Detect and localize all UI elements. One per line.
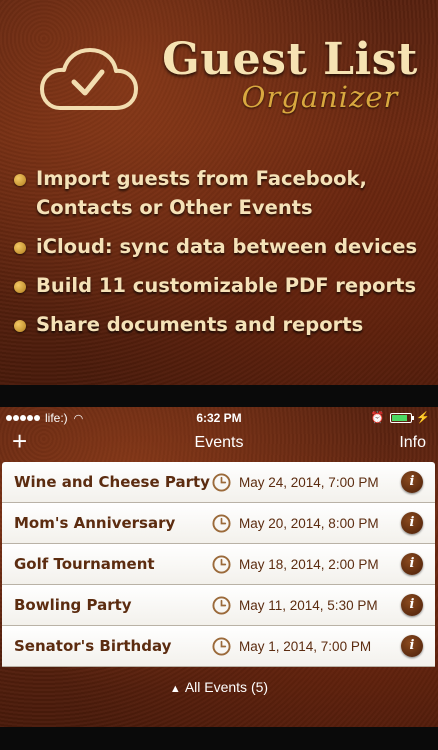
feature-text: Share documents and reports xyxy=(36,313,364,336)
status-bar: life:) ◠ 6:32 PM ⏰ ⚡ xyxy=(0,407,438,429)
clock-icon xyxy=(212,514,231,533)
event-row[interactable]: Bowling Party May 11, 2014, 5:30 PM i xyxy=(2,585,435,626)
feature-item: Share documents and reports xyxy=(14,310,434,339)
event-date: May 11, 2014, 5:30 PM xyxy=(239,597,378,613)
event-list: Wine and Cheese Party May 24, 2014, 7:00… xyxy=(2,462,435,667)
nav-title: Events xyxy=(194,434,244,451)
event-name: Senator's Birthday xyxy=(14,637,172,655)
feature-item: Build 11 customizable PDF reports xyxy=(14,271,434,300)
app-title-block: Guest List Organizer xyxy=(160,34,420,115)
bottom-band xyxy=(0,727,438,750)
triangle-up-icon: ▲ xyxy=(169,683,181,695)
filter-button[interactable]: ▲ All Events (5) xyxy=(0,679,438,695)
feature-text: Import guests from Facebook, Contacts or… xyxy=(36,167,367,219)
info-icon[interactable]: i xyxy=(401,635,423,657)
clock-icon xyxy=(212,637,231,656)
bullet-icon xyxy=(14,174,26,186)
feature-text: Build 11 customizable PDF reports xyxy=(36,274,417,297)
event-row[interactable]: Senator's Birthday May 1, 2014, 7:00 PM … xyxy=(2,626,435,667)
event-row[interactable]: Golf Tournament May 18, 2014, 2:00 PM i xyxy=(2,544,435,585)
event-date: May 1, 2014, 7:00 PM xyxy=(239,638,372,654)
app-title: Guest List xyxy=(162,34,418,85)
bullet-icon xyxy=(14,281,26,293)
event-row[interactable]: Wine and Cheese Party May 24, 2014, 7:00… xyxy=(2,462,435,503)
cloud-check-icon xyxy=(40,48,138,110)
event-date: May 20, 2014, 8:00 PM xyxy=(239,515,379,531)
info-icon[interactable]: i xyxy=(401,471,423,493)
event-row[interactable]: Mom's Anniversary May 20, 2014, 8:00 PM … xyxy=(2,503,435,544)
alarm-icon: ⏰ xyxy=(370,412,385,424)
feature-list: Import guests from Facebook, Contacts or… xyxy=(14,164,434,349)
status-right: ⏰ ⚡ xyxy=(371,411,430,424)
feature-item: Import guests from Facebook, Contacts or… xyxy=(14,164,434,222)
clock-icon xyxy=(212,473,231,492)
event-name: Wine and Cheese Party xyxy=(14,473,210,491)
info-icon[interactable]: i xyxy=(401,594,423,616)
feature-text: iCloud: sync data between devices xyxy=(36,235,418,258)
event-name: Mom's Anniversary xyxy=(14,514,176,532)
promo-banner: Guest List Organizer Import guests from … xyxy=(0,0,438,385)
event-name: Golf Tournament xyxy=(14,555,155,573)
battery-icon xyxy=(390,412,415,423)
feature-item: iCloud: sync data between devices xyxy=(14,232,434,261)
filter-label: All Events (5) xyxy=(184,679,269,695)
info-icon[interactable]: i xyxy=(401,553,423,575)
info-icon[interactable]: i xyxy=(401,512,423,534)
phone-screen: life:) ◠ 6:32 PM ⏰ ⚡ + Events Info Wine … xyxy=(0,407,438,727)
event-date: May 18, 2014, 2:00 PM xyxy=(239,556,379,572)
bullet-icon xyxy=(14,242,26,254)
divider xyxy=(0,385,438,407)
event-name: Bowling Party xyxy=(14,596,132,614)
app-subtitle: Organizer xyxy=(241,80,399,114)
clock-icon xyxy=(212,596,231,615)
bullet-icon xyxy=(14,320,26,332)
info-button[interactable]: Info xyxy=(399,434,426,452)
clock-icon xyxy=(212,555,231,574)
event-date: May 24, 2014, 7:00 PM xyxy=(239,474,379,490)
navigation-bar: + Events Info xyxy=(0,426,438,459)
charging-icon: ⚡ xyxy=(416,412,430,424)
